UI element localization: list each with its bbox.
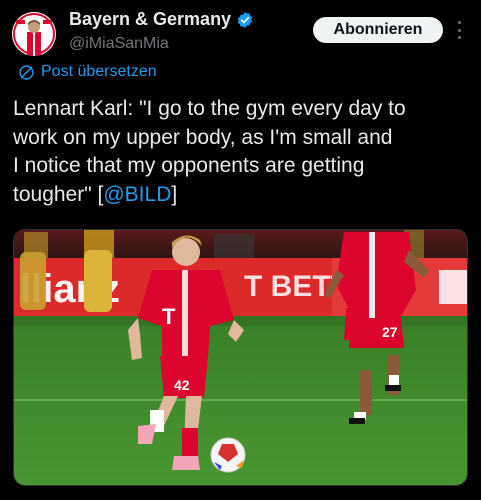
mention-link[interactable]: @BILD — [103, 183, 171, 206]
back-jersey-number: 27 — [382, 324, 398, 340]
more-options-icon[interactable] — [453, 21, 465, 39]
front-jersey-number: 42 — [174, 377, 190, 393]
player-logo-t: T — [162, 304, 176, 329]
subscribe-button[interactable]: Abonnieren — [313, 17, 443, 43]
translate-label: Post übersetzen — [41, 63, 157, 80]
author-handle[interactable]: @iMiaSanMia — [69, 35, 169, 53]
tweet-text-body: Lennart Karl: "I go to the gym every day… — [13, 97, 406, 206]
author-name-text[interactable]: Bayern & Germany — [69, 9, 231, 30]
football — [210, 437, 246, 473]
tweet-text-end: ] — [171, 182, 178, 206]
translate-icon — [19, 64, 34, 80]
tweet-photo[interactable]: llianz T BETT 27 T 42 — [13, 229, 468, 486]
avatar[interactable] — [12, 12, 56, 56]
verified-badge-icon — [236, 11, 254, 29]
author-display-name[interactable]: Bayern & Germany — [69, 9, 254, 30]
tweet-text: Lennart Karl: "I go to the gym every day… — [13, 95, 469, 209]
translate-post-link[interactable]: Post übersetzen — [18, 63, 157, 81]
